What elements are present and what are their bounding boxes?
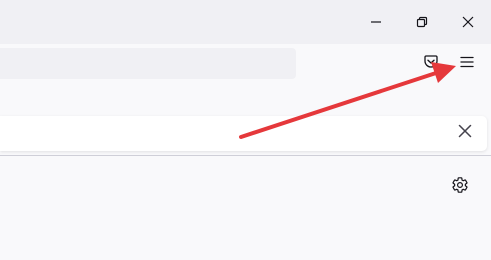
nav-toolbar <box>0 44 491 86</box>
pocket-icon <box>423 54 439 75</box>
settings-button[interactable] <box>448 175 472 199</box>
close-icon <box>462 16 474 28</box>
application-menu-button[interactable] <box>452 48 482 80</box>
minimize-icon <box>370 16 382 28</box>
minimize-button[interactable] <box>353 0 399 44</box>
close-icon <box>458 124 472 143</box>
notification-bar <box>0 116 487 151</box>
save-to-pocket-button[interactable] <box>416 48 446 80</box>
url-bar[interactable] <box>0 48 296 79</box>
content-area <box>0 156 491 260</box>
restore-button[interactable] <box>399 0 445 44</box>
gear-icon <box>451 176 469 199</box>
restore-icon <box>416 16 428 28</box>
close-window-button[interactable] <box>445 0 491 44</box>
notification-close-button[interactable] <box>455 123 475 143</box>
title-bar <box>0 0 491 44</box>
hamburger-menu-icon <box>459 54 475 75</box>
